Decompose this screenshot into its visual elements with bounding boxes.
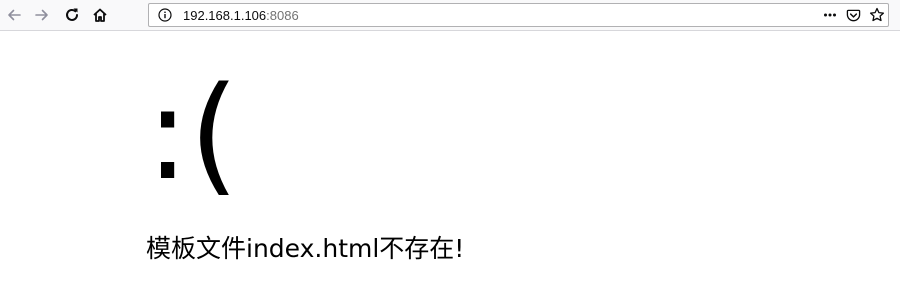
error-message: 模板文件index.html不存在!: [146, 234, 465, 263]
home-icon: [93, 8, 107, 22]
info-icon[interactable]: [158, 8, 172, 22]
home-button[interactable]: [89, 4, 111, 26]
reload-button[interactable]: [61, 4, 83, 26]
back-button[interactable]: [3, 4, 25, 26]
pocket-icon[interactable]: [846, 8, 861, 23]
arrow-right-icon: [35, 9, 48, 21]
more-actions-icon[interactable]: [823, 8, 837, 22]
browser-toolbar: 192.168.1.106:8086: [0, 0, 900, 31]
reload-icon: [66, 8, 78, 21]
url-host: 192.168.1.106: [183, 8, 267, 23]
url-text[interactable]: 192.168.1.106:8086: [183, 8, 299, 23]
sad-face-emoticon: :(: [146, 60, 240, 209]
arrow-left-icon: [8, 9, 21, 21]
page-content: :( 模板文件index.html不存在!: [0, 31, 900, 284]
bookmark-star-icon[interactable]: [869, 7, 885, 23]
url-bar[interactable]: 192.168.1.106:8086: [148, 3, 889, 27]
forward-button[interactable]: [31, 4, 53, 26]
url-port: :8086: [266, 8, 299, 23]
